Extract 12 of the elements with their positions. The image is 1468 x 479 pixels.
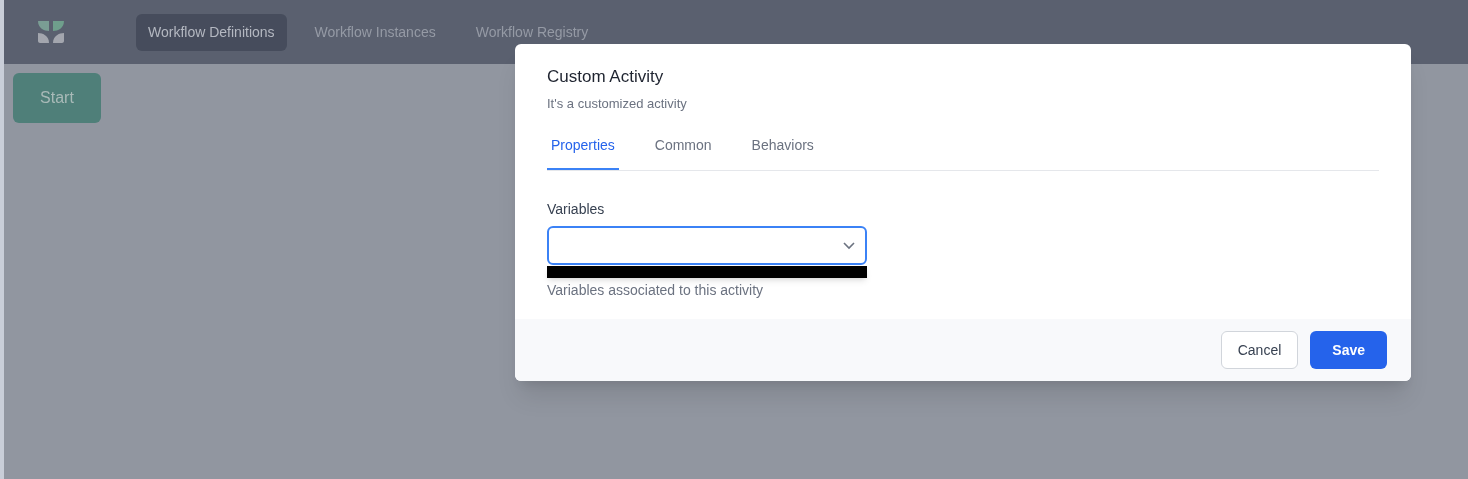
chevron-down-icon <box>843 241 855 250</box>
nav-tab[interactable]: Workflow Definitions <box>136 13 287 51</box>
save-button[interactable]: Save <box>1310 331 1387 369</box>
variables-dropdown[interactable] <box>547 226 867 265</box>
dialog-tab[interactable]: Properties <box>547 123 619 170</box>
dialog-tab[interactable]: Common <box>650 123 716 170</box>
dialog-tab[interactable]: Behaviors <box>747 123 818 170</box>
dialog-subtitle: It's a customized activity <box>547 94 688 113</box>
field-hint: Variables associated to this activity <box>547 281 765 300</box>
field-label: Variables <box>547 200 606 219</box>
cancel-button[interactable]: Cancel <box>1220 331 1299 369</box>
dialog-title: Custom Activity <box>547 66 665 88</box>
